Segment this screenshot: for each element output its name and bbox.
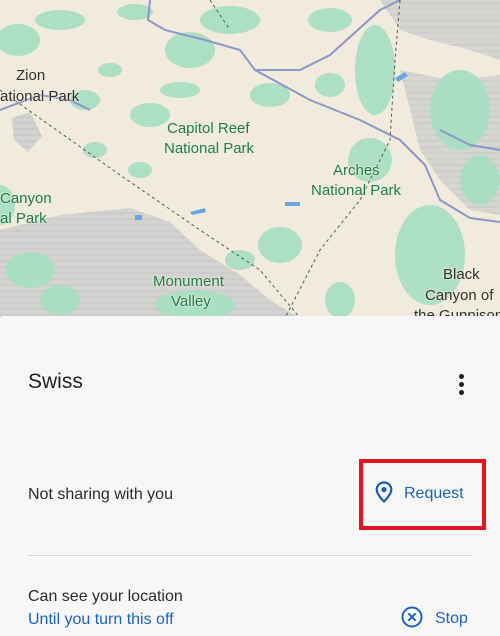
map-label-canyon[interactable]: Canyon xyxy=(0,189,52,209)
map-label-zion-2[interactable]: ational Park xyxy=(0,87,79,107)
divider xyxy=(28,555,472,556)
map-label-black-canyon[interactable]: Canyon of xyxy=(425,286,493,306)
request-location-button[interactable]: Request xyxy=(374,479,464,509)
map-canvas xyxy=(0,0,500,318)
can-see-location-text: Can see your location xyxy=(28,588,183,605)
more-vertical-icon xyxy=(458,373,464,395)
map-label-black[interactable]: Black xyxy=(443,265,480,285)
reservation-area xyxy=(12,112,42,152)
sharing-duration-link[interactable]: Until you turn this off xyxy=(28,611,174,629)
sharing-status-text: Not sharing with you xyxy=(28,486,173,503)
more-options-button[interactable] xyxy=(446,368,476,400)
map-label-monument[interactable]: Monument xyxy=(153,272,224,292)
map-label-capitol-reef-2[interactable]: National Park xyxy=(164,139,254,159)
map-label-zion[interactable]: Zion xyxy=(16,66,45,86)
map-label-canyon-2[interactable]: al Park xyxy=(0,209,47,229)
map-view[interactable]: Zion ational Park Capitol Reef National … xyxy=(0,0,500,318)
stop-sharing-button[interactable]: Stop xyxy=(401,606,468,632)
location-sharing-sheet: Swiss Not sharing with you Request Can s… xyxy=(0,316,500,636)
stop-label: Stop xyxy=(435,610,468,627)
close-circle-icon xyxy=(401,606,423,633)
request-label: Request xyxy=(404,485,464,502)
map-label-arches-2[interactable]: National Park xyxy=(311,181,401,201)
map-label-capitol-reef[interactable]: Capitol Reef xyxy=(167,119,250,139)
screen: Zion ational Park Capitol Reef National … xyxy=(0,0,500,636)
map-label-arches[interactable]: Arches xyxy=(333,161,380,181)
contact-name: Swiss xyxy=(28,370,83,393)
map-label-monument-2[interactable]: Valley xyxy=(171,292,211,312)
location-pin-icon xyxy=(374,480,394,508)
